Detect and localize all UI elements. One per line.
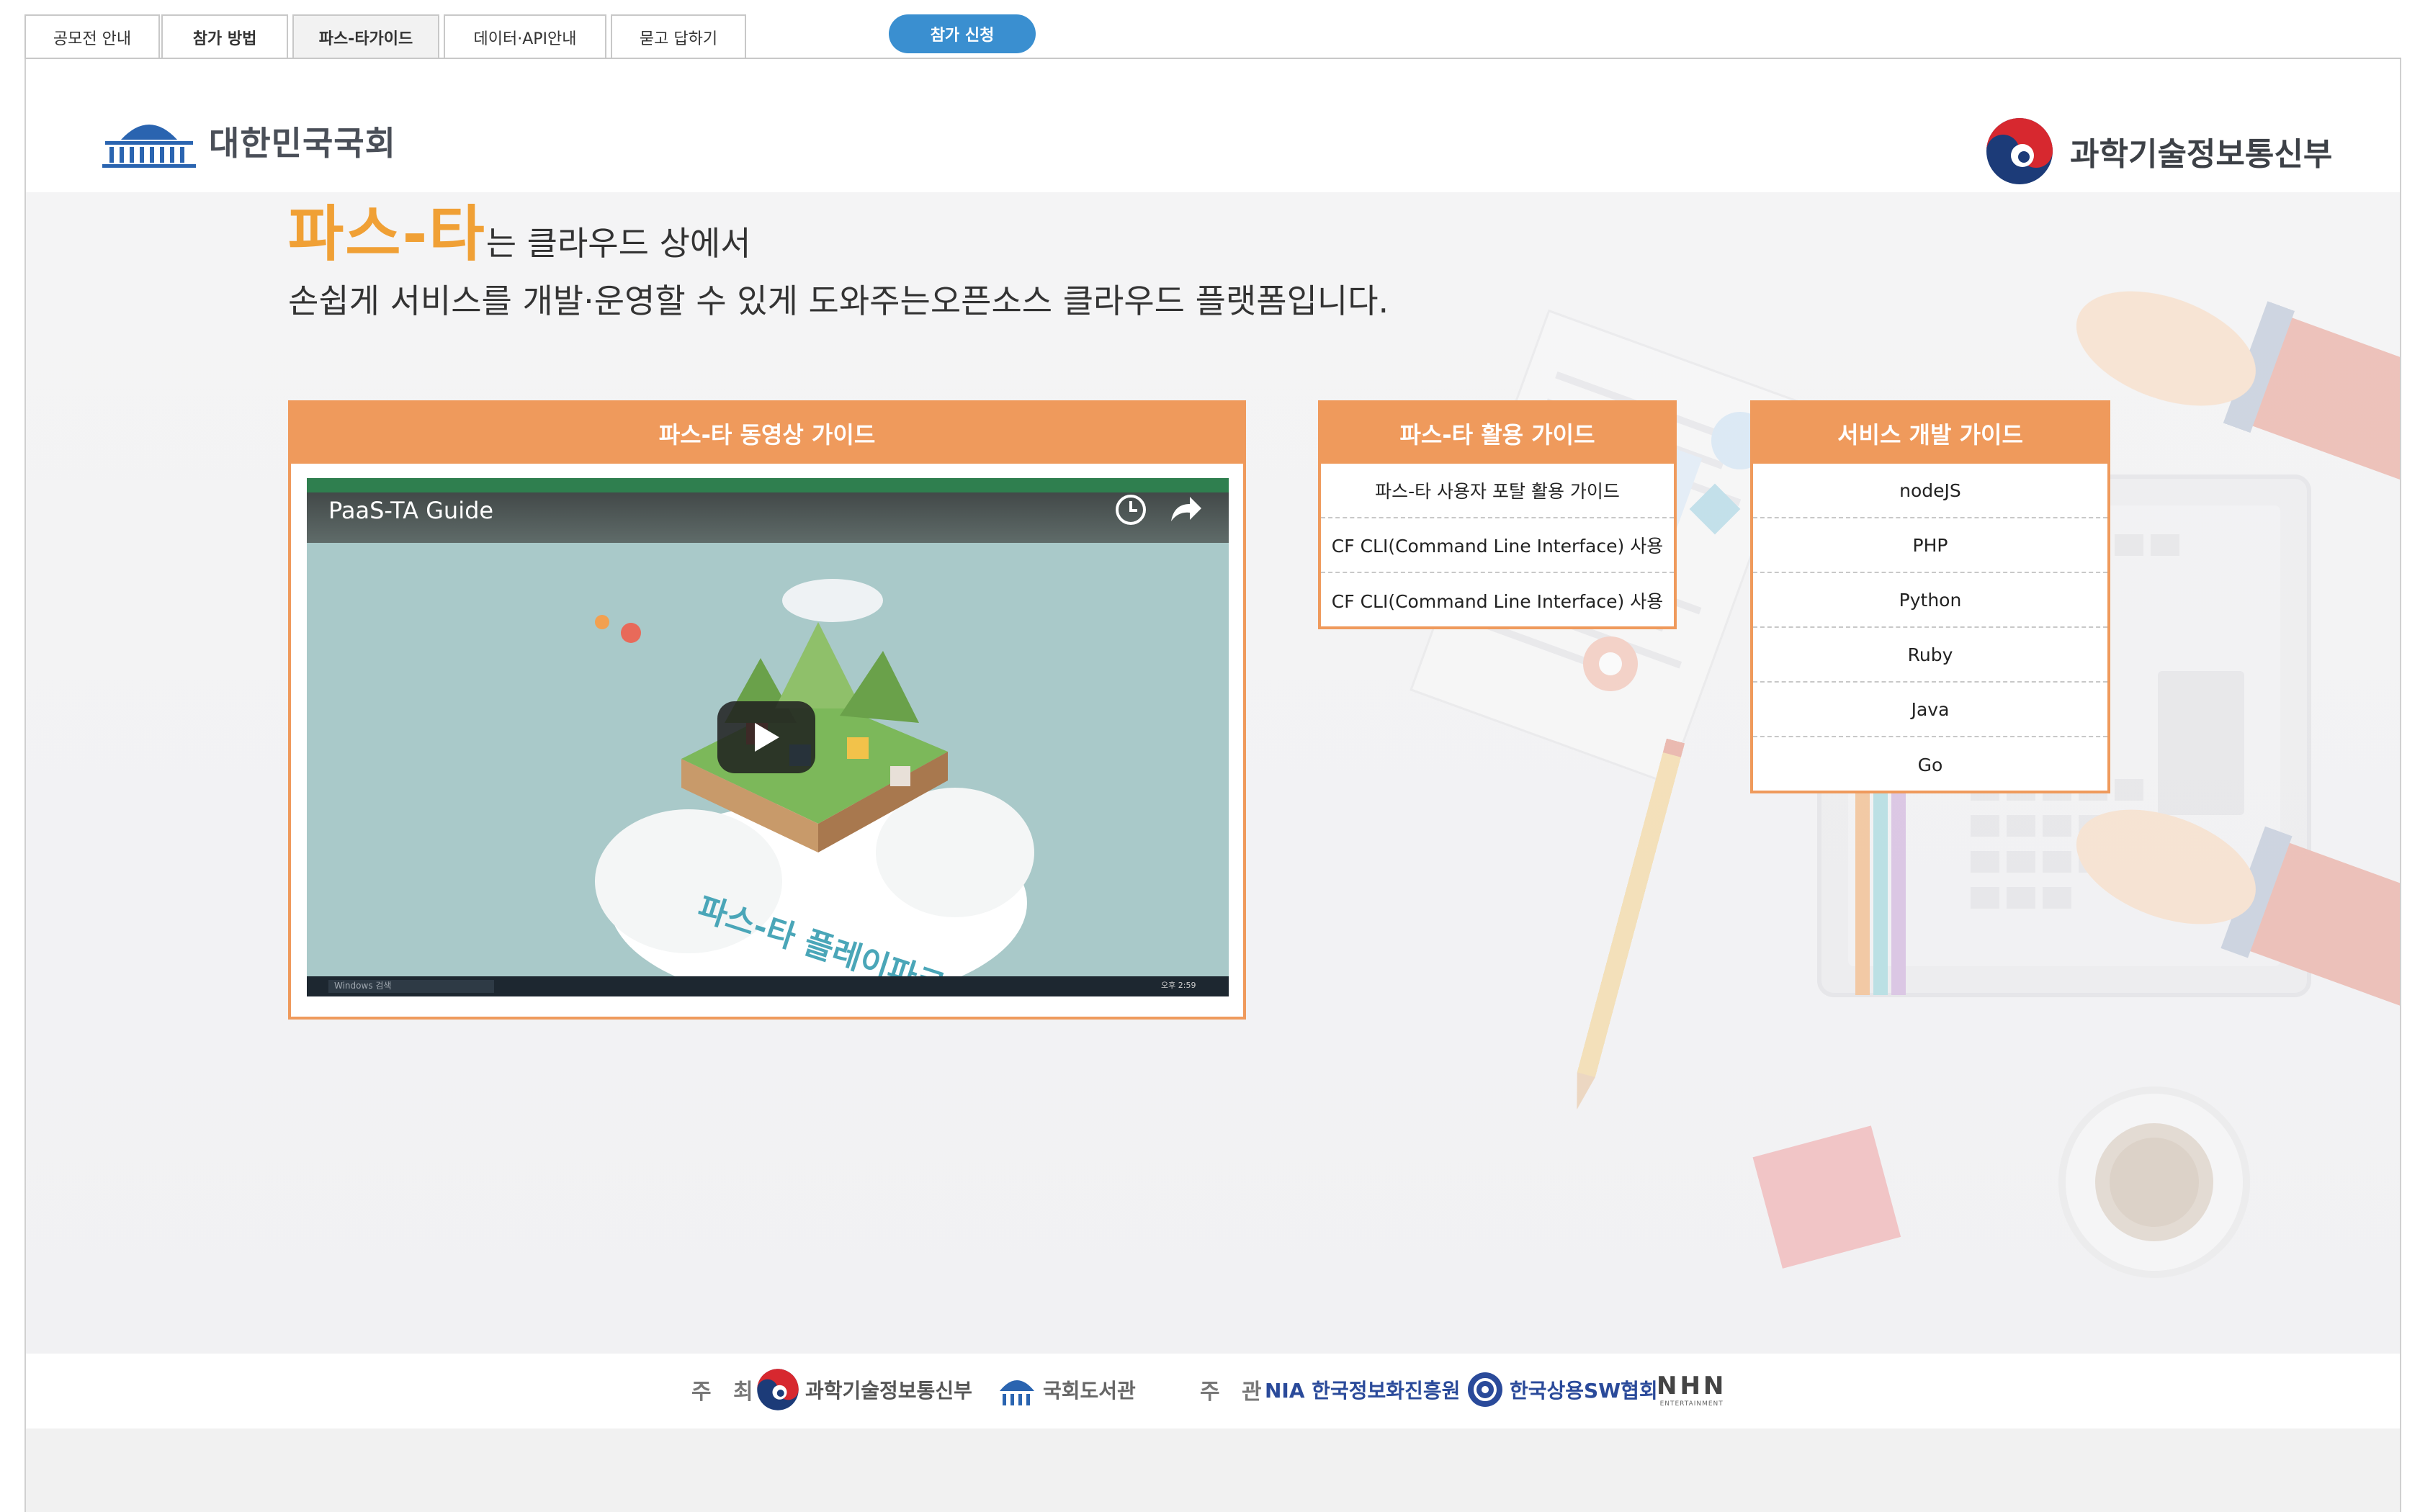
top-tab-bar: 공모전 안내 참가 방법 파스-타가이드 데이터·API안내 묻고 답하기 참가… (0, 0, 2420, 59)
taegeuk-emblem-icon (757, 1369, 799, 1410)
headline: 파스-타는 클라우드 상에서 손쉽게 서비스를 개발·운영할 수 있게 도와주는… (288, 202, 1389, 326)
national-library-emblem-icon (1000, 1380, 1034, 1405)
national-assembly-emblem-icon (102, 125, 196, 168)
video-guide-title: 파스-타 동영상 가이드 (291, 403, 1243, 464)
headline-line-2: 손쉽게 서비스를 개발·운영할 수 있게 도와주는오픈소스 클라우드 플랫폼입니… (288, 282, 1389, 320)
sponsor-nal-name: 국회도서관 (1043, 1379, 1136, 1403)
sponsor-nhn-name: NHN (1657, 1372, 1727, 1400)
sponsor-nia-name: NIA 한국정보화진흥원 (1265, 1379, 1461, 1403)
share-icon[interactable] (1168, 494, 1203, 526)
sponsor-kosa-name: 한국상용SW협회 (1510, 1379, 1658, 1403)
tab-contest-info[interactable]: 공모전 안내 (24, 14, 160, 59)
video-player[interactable]: 파스-타 플레이파크 PaaS-TA Guide Windows 검색 오후 2… (307, 478, 1229, 996)
tab-data-api[interactable]: 데이터·API안내 (444, 14, 606, 59)
dev-guide-panel: 서비스 개발 가이드 nodeJS PHP Python Ruby Java G… (1750, 400, 2110, 793)
page-footer (26, 1428, 2400, 1512)
usage-guide-title: 파스-타 활용 가이드 (1321, 403, 1674, 464)
taskbar-clock: 오후 2:59 (1161, 981, 1196, 990)
msit-logo: 과학기술정보통신부 (1985, 117, 2332, 186)
watch-later-icon[interactable] (1115, 494, 1147, 526)
taegeuk-emblem-icon (1986, 118, 2053, 184)
video-title: PaaS-TA Guide (328, 497, 494, 524)
apply-button[interactable]: 참가 신청 (889, 14, 1036, 53)
play-icon (755, 723, 779, 752)
tab-how-to-join[interactable]: 참가 방법 (161, 14, 288, 59)
windows-taskbar: Windows 검색 오후 2:59 (307, 976, 1229, 996)
kosa-emblem-icon (1468, 1372, 1502, 1407)
taskbar-search-text: Windows 검색 (334, 981, 392, 991)
video-guide-panel: 파스-타 동영상 가이드 파스-타 플레이파크 PaaS-TA Guide Wi… (288, 400, 1246, 1020)
sponsor-msit-name: 과학기술정보통신부 (805, 1379, 972, 1403)
dev-guide-item-go[interactable]: Go (1753, 737, 2107, 792)
play-button[interactable] (717, 701, 815, 773)
video-titlebar: PaaS-TA Guide (307, 478, 1229, 543)
dev-guide-item-java[interactable]: Java (1753, 683, 2107, 737)
tab-qna[interactable]: 묻고 답하기 (611, 14, 746, 59)
usage-guide-item-cf-cli-2[interactable]: CF CLI(Command Line Interface) 사용 (1321, 573, 1674, 628)
brand-name: 파스-타 (288, 199, 486, 269)
tab-paasta-guide[interactable]: 파스-타가이드 (292, 14, 439, 59)
browser-strip (307, 478, 1229, 492)
msit-name: 과학기술정보통신부 (2070, 136, 2333, 173)
dev-guide-item-ruby[interactable]: Ruby (1753, 628, 2107, 683)
sponsor-nia: NIA 한국정보화진흥원 (1265, 1368, 1460, 1411)
sponsor-msit: 과학기술정보통신부 (756, 1368, 972, 1411)
dev-guide-item-php[interactable]: PHP (1753, 518, 2107, 573)
sponsor-nhn: NHN ENTERTAINMENT (1657, 1368, 1726, 1411)
usage-guide-item-cf-cli-1[interactable]: CF CLI(Command Line Interface) 사용 (1321, 518, 1674, 573)
dev-guide-item-python[interactable]: Python (1753, 573, 2107, 628)
dev-guide-title: 서비스 개발 가이드 (1753, 403, 2107, 464)
national-assembly-logo: 대한민국국회 (101, 114, 396, 168)
sponsor-kosa: 한국상용SW협회 (1466, 1368, 1658, 1411)
sponsor-nhn-sub: ENTERTAINMENT (1659, 1400, 1724, 1408)
usage-guide-item-portal[interactable]: 파스-타 사용자 포탈 활용 가이드 (1321, 464, 1674, 518)
playpark-island-illustration: 파스-타 플레이파크 (595, 579, 1034, 996)
sponsor-nal: 국회도서관 (997, 1368, 1136, 1411)
headline-line-1-rest: 는 클라우드 상에서 (485, 224, 751, 263)
national-assembly-name: 대한민국국회 (209, 124, 396, 163)
dev-guide-item-nodejs[interactable]: nodeJS (1753, 464, 2107, 518)
usage-guide-panel: 파스-타 활용 가이드 파스-타 사용자 포탈 활용 가이드 CF CLI(Co… (1318, 400, 1677, 629)
organizer-label: 주 관 (1200, 1380, 1269, 1405)
headline-line-1: 파스-타는 클라우드 상에서 (288, 202, 1389, 276)
host-label: 주 최 (691, 1380, 761, 1405)
